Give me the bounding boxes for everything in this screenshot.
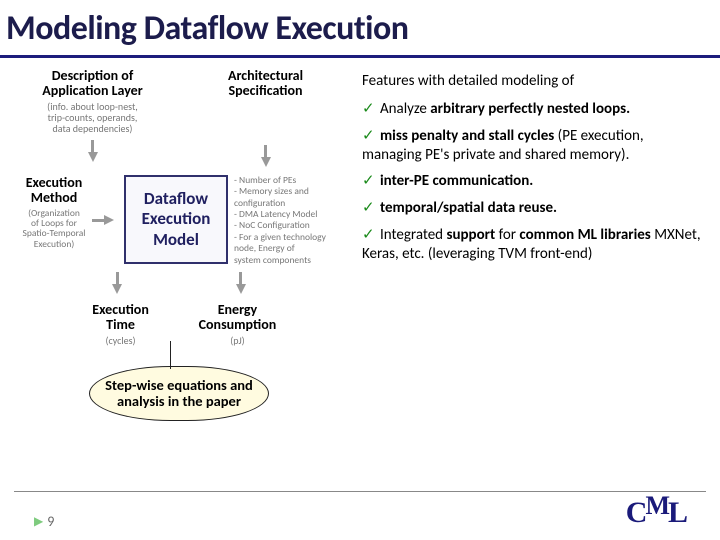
arrow-right-icon	[104, 215, 114, 225]
feature-text-bold: support	[446, 226, 495, 244]
slide-title: Modeling Dataflow Execution	[0, 0, 720, 58]
arrow-down-icon	[236, 284, 246, 294]
diagram-down-arrows	[70, 266, 288, 298]
check-icon: ✓	[362, 199, 375, 216]
feature-item: ✓ miss penalty and stall cycles (PE exec…	[362, 127, 702, 165]
diagram-mid-row: Execution Method (Organization of Loops …	[14, 175, 344, 266]
feature-text-bold: temporal/spatial data reuse.	[380, 199, 557, 217]
check-icon: ✓	[362, 127, 375, 144]
block-title: Description of Application Layer	[42, 68, 142, 99]
diagram-top-row: Description of Application Layer (info. …	[14, 68, 344, 171]
logo-c: C	[626, 496, 646, 529]
block-arch-spec: Architectural Specification	[187, 68, 344, 171]
model-box: Dataflow Execution Model	[124, 175, 228, 264]
check-icon: ✓	[362, 226, 375, 243]
block-subtitle: (Organization of Loops for Spatio-Tempor…	[14, 208, 94, 250]
page-number: ▶ 9	[34, 513, 54, 530]
triangle-icon: ▶	[34, 514, 43, 529]
feature-item: ✓ inter-PE communication.	[362, 172, 702, 191]
feature-text-bold: arbitrary perfectly nested loops.	[430, 100, 630, 118]
block-energy: Energy Consumption (pJ)	[187, 302, 288, 346]
cml-logo: CML	[626, 496, 686, 530]
block-title: Execution Method	[14, 175, 94, 206]
features-column: Features with detailed modeling of ✓ Ana…	[362, 68, 702, 421]
block-exec-time: Execution Time (cycles)	[70, 302, 171, 346]
feature-text-bold: miss penalty and stall cycles	[380, 127, 554, 145]
dataflow-diagram: Description of Application Layer (info. …	[14, 68, 344, 346]
block-subtitle: (pJ)	[230, 335, 245, 346]
diagram-bottom-row: Execution Time (cycles) Energy Consumpti…	[70, 302, 288, 346]
feature-item: ✓ temporal/spatial data reuse.	[362, 199, 702, 218]
feature-text-plain: Analyze	[380, 100, 430, 118]
content-area: Description of Application Layer (info. …	[0, 58, 720, 421]
arrow-down-icon	[88, 152, 98, 162]
feature-text-plain: Integrated	[380, 226, 446, 244]
arrow-down-icon	[112, 284, 122, 294]
logo-l: L	[668, 496, 686, 529]
spec-notes: - Number of PEs - Memory sizes and confi…	[234, 175, 344, 266]
feature-item: ✓ Analyze arbitrary perfectly nested loo…	[362, 100, 702, 119]
features-heading: Features with detailed modeling of	[362, 72, 702, 90]
feature-text-plain: for	[495, 226, 519, 244]
arrow-down-icon	[261, 157, 271, 167]
diagram-column: Description of Application Layer (info. …	[14, 68, 344, 421]
block-exec-method: Execution Method (Organization of Loops …	[14, 175, 94, 250]
feature-text-bold: inter-PE communication.	[380, 172, 533, 190]
block-title: Energy Consumption	[199, 302, 277, 333]
callout-bubble: Step-wise equations and analysis in the …	[89, 366, 269, 421]
block-title: Architectural Specification	[228, 68, 303, 99]
feature-item: ✓ Integrated support for common ML libra…	[362, 226, 702, 264]
check-icon: ✓	[362, 172, 375, 189]
block-app-layer: Description of Application Layer (info. …	[14, 68, 171, 171]
feature-text-bold: common ML libraries	[519, 226, 650, 244]
block-subtitle: (info. about loop-nest, trip-counts, ope…	[47, 101, 138, 134]
footer: ▶ 9 CML	[14, 491, 706, 530]
block-title: Execution Time	[92, 302, 149, 333]
block-subtitle: (cycles)	[105, 335, 135, 346]
logo-m: M	[645, 491, 668, 520]
check-icon: ✓	[362, 100, 375, 117]
page-number-value: 9	[47, 513, 54, 530]
